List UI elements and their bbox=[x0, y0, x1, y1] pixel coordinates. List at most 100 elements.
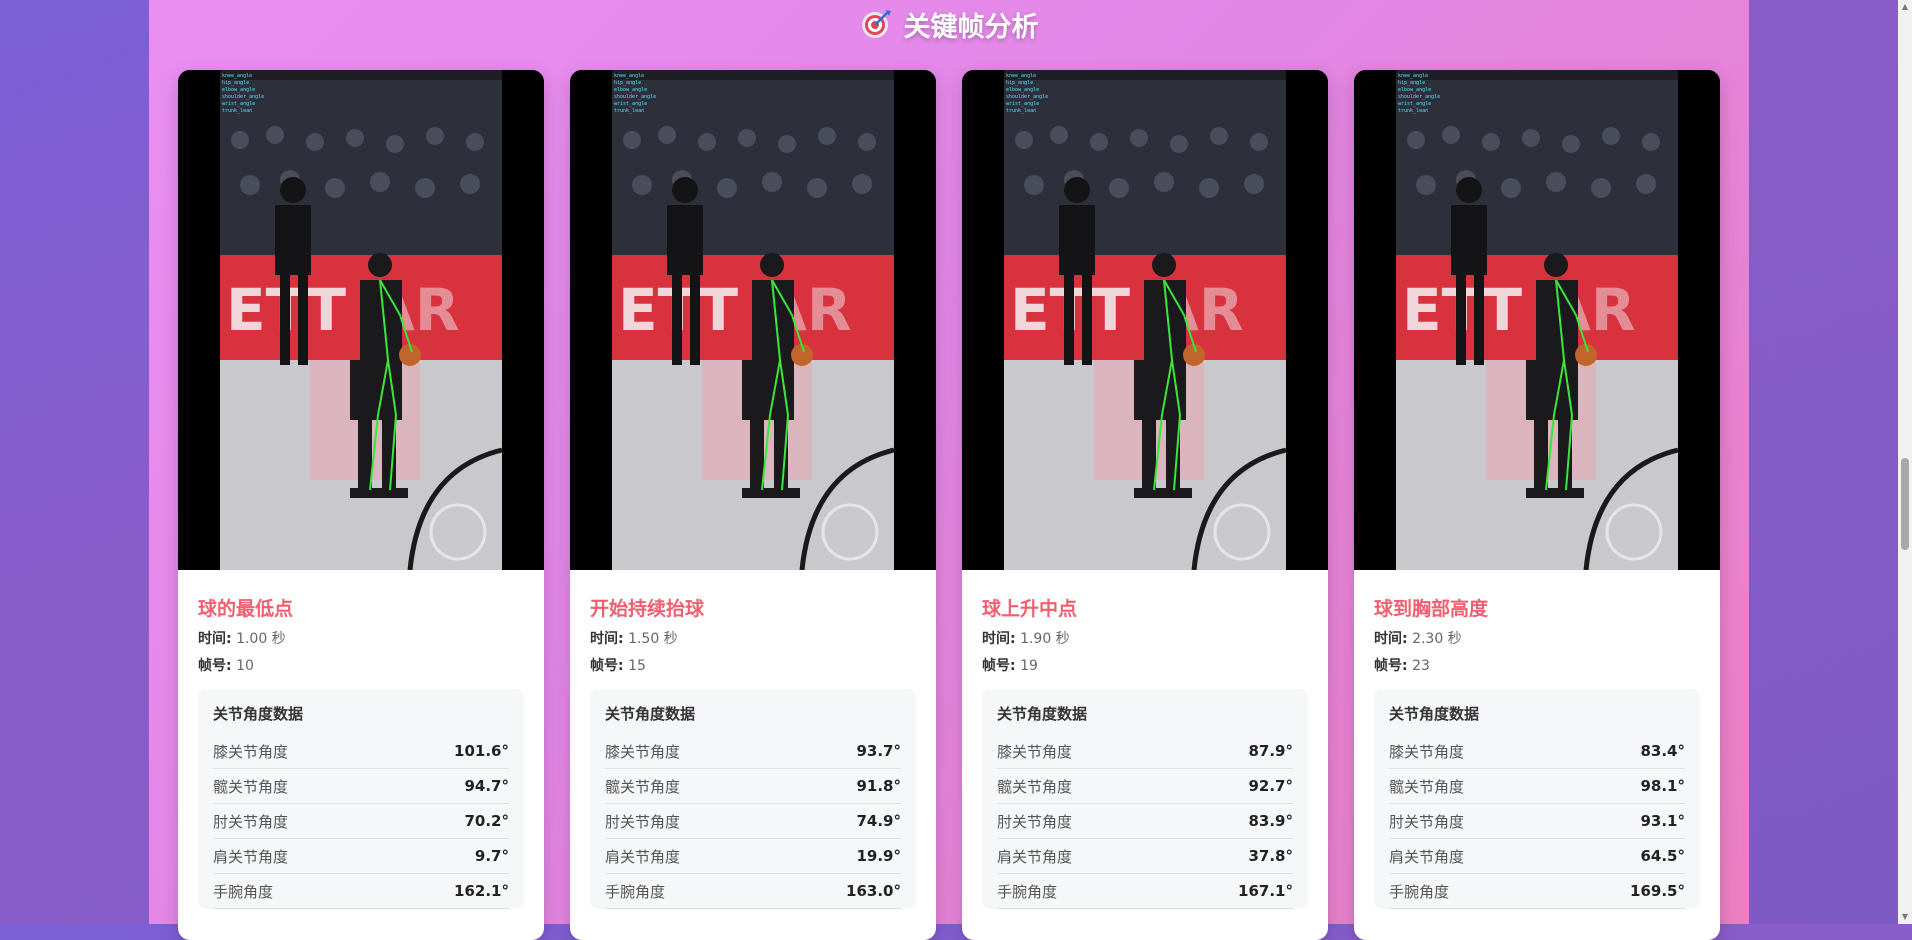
time-label: 时间: bbox=[198, 631, 232, 647]
scroll-thumb[interactable] bbox=[1901, 458, 1909, 550]
svg-text:elbow_angle: elbow_angle bbox=[1398, 87, 1431, 93]
angle-label: 髋关节角度 bbox=[1389, 777, 1465, 796]
keyframe-card-3: ETT AR bbox=[962, 70, 1328, 940]
angle-row: 肘关节角度 70.2° bbox=[213, 804, 509, 839]
svg-text:wrist_angle: wrist_angle bbox=[614, 101, 647, 107]
angle-label: 肩关节角度 bbox=[997, 847, 1073, 866]
svg-text:elbow_angle: elbow_angle bbox=[614, 87, 647, 93]
frame-value: 10 bbox=[236, 658, 254, 674]
angle-label: 肩关节角度 bbox=[605, 847, 681, 866]
angle-value: 74.9° bbox=[856, 812, 901, 830]
keyframe-card-2: ETT AR bbox=[570, 70, 936, 940]
scroll-up-arrow[interactable]: ▲ bbox=[1898, 0, 1912, 14]
keyframe-title: 球到胸部高度 bbox=[1374, 598, 1489, 620]
joint-angles-title: 关节角度数据 bbox=[213, 705, 304, 723]
angle-row: 手腕角度 169.5° bbox=[1389, 874, 1685, 909]
keyframe-time: 时间: 1.00 秒 bbox=[198, 628, 524, 647]
video-frame: ETT AR bbox=[1354, 70, 1720, 570]
angle-label: 膝关节角度 bbox=[997, 742, 1073, 761]
angle-value: 92.7° bbox=[1248, 777, 1293, 795]
angle-row: 肘关节角度 74.9° bbox=[605, 804, 901, 839]
angle-label: 膝关节角度 bbox=[213, 742, 289, 761]
keyframe-image[interactable]: ETT AR bbox=[1354, 70, 1720, 570]
analysis-panel: 关键帧分析 ETT AR bbox=[149, 0, 1749, 940]
joint-angles-table: 关节角度数据 膝关节角度 101.6° 髋关节角度 94.7° 肘关节角度 70.2° 肩关… bbox=[198, 689, 524, 909]
angle-row: 手腕角度 162.1° bbox=[213, 874, 509, 909]
keyframe-image[interactable]: ETT AR bbox=[962, 70, 1328, 570]
angle-label: 肩关节角度 bbox=[213, 847, 289, 866]
angle-value: 87.9° bbox=[1248, 742, 1293, 760]
time-value: 2.30 秒 bbox=[1412, 631, 1462, 647]
angle-row: 肩关节角度 9.7° bbox=[213, 839, 509, 874]
angle-label: 膝关节角度 bbox=[605, 742, 681, 761]
svg-text:knee_angle: knee_angle bbox=[1006, 73, 1036, 79]
angle-value: 93.7° bbox=[856, 742, 901, 760]
keyframe-time: 时间: 2.30 秒 bbox=[1374, 628, 1700, 647]
angle-label: 肩关节角度 bbox=[1389, 847, 1465, 866]
time-label: 时间: bbox=[590, 631, 624, 647]
video-frame: ETT AR bbox=[178, 70, 544, 570]
angle-row: 手腕角度 163.0° bbox=[605, 874, 901, 909]
angle-label: 手腕角度 bbox=[997, 882, 1058, 901]
angle-value: 64.5° bbox=[1640, 847, 1685, 865]
angle-row: 膝关节角度 83.4° bbox=[1389, 734, 1685, 769]
svg-text:shoulder_angle: shoulder_angle bbox=[1006, 94, 1048, 100]
svg-text:wrist_angle: wrist_angle bbox=[1006, 101, 1039, 107]
section-header: 关键帧分析 bbox=[149, 4, 1749, 44]
svg-text:hip_angle: hip_angle bbox=[614, 80, 641, 86]
svg-text:wrist_angle: wrist_angle bbox=[1398, 101, 1431, 107]
keyframe-number: 帧号: 15 bbox=[590, 655, 916, 674]
angle-row: 髋关节角度 94.7° bbox=[213, 769, 509, 804]
video-frame: ETT AR bbox=[570, 70, 936, 570]
svg-text:elbow_angle: elbow_angle bbox=[222, 87, 255, 93]
keyframe-info: 球上升中点 时间: 1.90 秒 帧号: 19 关节角度数据 膝关节角度 87.9… bbox=[962, 570, 1328, 909]
section-title: 关键帧分析 bbox=[903, 11, 1039, 43]
frame-value: 19 bbox=[1020, 658, 1038, 674]
angle-label: 髋关节角度 bbox=[997, 777, 1073, 796]
joint-angles-title: 关节角度数据 bbox=[1389, 705, 1480, 723]
svg-text:elbow_angle: elbow_angle bbox=[1006, 87, 1039, 93]
keyframe-number: 帧号: 19 bbox=[982, 655, 1308, 674]
angle-row: 肘关节角度 93.1° bbox=[1389, 804, 1685, 839]
angle-label: 髋关节角度 bbox=[213, 777, 289, 796]
scroll-down-arrow[interactable]: ▼ bbox=[1898, 910, 1912, 924]
angle-label: 手腕角度 bbox=[1389, 882, 1450, 901]
angle-row: 肩关节角度 37.8° bbox=[997, 839, 1293, 874]
keyframe-time: 时间: 1.50 秒 bbox=[590, 628, 916, 647]
joint-angles-table: 关节角度数据 膝关节角度 83.4° 髋关节角度 98.1° 肘关节角度 93.1° 肩关节… bbox=[1374, 689, 1700, 909]
angle-value: 19.9° bbox=[856, 847, 901, 865]
time-value: 1.00 秒 bbox=[236, 631, 286, 647]
svg-text:hip_angle: hip_angle bbox=[1006, 80, 1033, 86]
svg-text:knee_angle: knee_angle bbox=[1398, 73, 1428, 79]
frame-value: 15 bbox=[628, 658, 646, 674]
keyframe-title: 开始持续抬球 bbox=[590, 598, 705, 620]
angle-row: 肩关节角度 19.9° bbox=[605, 839, 901, 874]
angle-value: 98.1° bbox=[1640, 777, 1685, 795]
page-scrollbar[interactable]: ▲ ▼ bbox=[1898, 0, 1912, 924]
frame-label: 帧号: bbox=[982, 658, 1016, 674]
angle-value: 37.8° bbox=[1248, 847, 1293, 865]
angle-value: 9.7° bbox=[474, 847, 509, 865]
keyframe-image[interactable]: ETT AR bbox=[178, 70, 544, 570]
angle-value: 167.1° bbox=[1238, 882, 1293, 900]
joint-angles-table: 关节角度数据 膝关节角度 93.7° 髋关节角度 91.8° 肘关节角度 74.9° 肩关节… bbox=[590, 689, 916, 909]
keyframe-card-4: ETT AR bbox=[1354, 70, 1720, 940]
keyframe-number: 帧号: 23 bbox=[1374, 655, 1700, 674]
time-value: 1.90 秒 bbox=[1020, 631, 1070, 647]
svg-text:knee_angle: knee_angle bbox=[614, 73, 644, 79]
angle-value: 163.0° bbox=[846, 882, 901, 900]
angle-value: 83.9° bbox=[1248, 812, 1293, 830]
angle-row: 髋关节角度 91.8° bbox=[605, 769, 901, 804]
angle-row: 肘关节角度 83.9° bbox=[997, 804, 1293, 839]
svg-text:hip_angle: hip_angle bbox=[1398, 80, 1425, 86]
keyframe-image[interactable]: ETT AR bbox=[570, 70, 936, 570]
angle-row: 膝关节角度 101.6° bbox=[213, 734, 509, 769]
video-frame: ETT AR bbox=[962, 70, 1328, 570]
keyframe-info: 球到胸部高度 时间: 2.30 秒 帧号: 23 关节角度数据 膝关节角度 83.… bbox=[1354, 570, 1720, 909]
svg-text:hip_angle: hip_angle bbox=[222, 80, 249, 86]
joint-angles-title: 关节角度数据 bbox=[997, 705, 1088, 723]
angle-value: 162.1° bbox=[454, 882, 509, 900]
angle-label: 肘关节角度 bbox=[1389, 812, 1465, 831]
svg-text:knee_angle: knee_angle bbox=[222, 73, 252, 79]
frame-label: 帧号: bbox=[198, 658, 232, 674]
